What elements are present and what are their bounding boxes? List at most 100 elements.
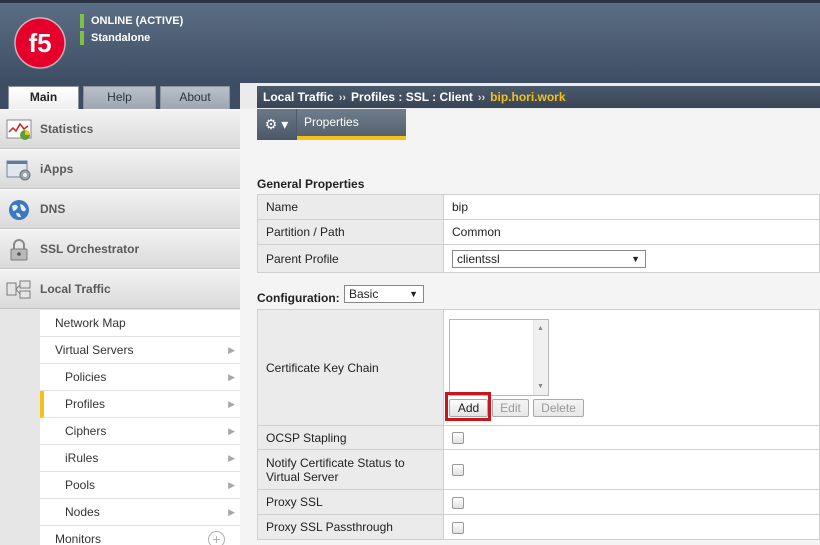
breadcrumb-local-traffic[interactable]: Local Traffic — [263, 90, 334, 104]
sidebar-item-irules[interactable]: iRules ▶ — [40, 445, 240, 472]
sidebar-item-label: Ciphers — [65, 424, 107, 438]
table-row: Name bip — [257, 194, 820, 220]
scroll-down-icon[interactable]: ▼ — [537, 383, 544, 390]
proxy-ssl-passthrough-label: Proxy SSL Passthrough — [257, 514, 444, 540]
chevron-right-icon: ▶ — [228, 426, 235, 436]
gear-menu-button[interactable]: ⚙ ▾ — [257, 109, 296, 140]
edit-button[interactable]: Edit — [492, 399, 529, 417]
partition-value: Common — [443, 219, 820, 245]
add-icon[interactable]: + — [208, 531, 225, 545]
proxy-ssl-checkbox[interactable] — [452, 496, 464, 509]
sidebar-item-label: Network Map — [55, 316, 126, 330]
chevron-right-icon: ▶ — [228, 453, 235, 463]
sidebar-item-pools[interactable]: Pools ▶ — [40, 472, 240, 499]
sidebar-item-monitors[interactable]: Monitors + — [40, 526, 240, 545]
statistics-icon — [6, 119, 32, 140]
sidebar-label-statistics: Statistics — [40, 122, 94, 136]
ocsp-label: OCSP Stapling — [257, 425, 444, 450]
svg-text:f5: f5 — [28, 28, 51, 58]
sidebar-item-profiles[interactable]: Profiles ▶ — [40, 391, 240, 418]
cert-key-chain-listbox[interactable]: ▲ ▼ — [449, 319, 549, 396]
chevron-right-icon: ▶ — [228, 399, 235, 409]
local-traffic-icon — [6, 280, 31, 299]
notify-label-line1: Notify Certificate Status to — [266, 455, 405, 470]
sidebar-section-statistics[interactable]: Statistics — [0, 109, 240, 149]
name-value: bip — [443, 194, 820, 220]
iapps-icon — [6, 160, 31, 181]
f5-logo-icon[interactable]: f5 — [14, 17, 66, 69]
table-row: Notify Certificate Status to Virtual Ser… — [257, 449, 820, 490]
notify-cell — [443, 449, 820, 490]
sidebar-item-virtual-servers[interactable]: Virtual Servers ▶ — [40, 337, 240, 364]
status-mode: Standalone — [80, 31, 150, 45]
sidebar-label-local-traffic: Local Traffic — [40, 282, 111, 296]
dropdown-arrow-icon: ▼ — [409, 289, 418, 299]
cert-key-chain-label: Certificate Key Chain — [257, 309, 444, 426]
sidebar-item-label: Virtual Servers — [55, 343, 134, 357]
dns-globe-icon — [9, 200, 29, 220]
proxy-ssl-passthrough-cell — [443, 514, 820, 540]
sidebar-item-label: Profiles — [65, 397, 106, 411]
dropdown-arrow-icon: ▼ — [631, 253, 640, 264]
banner-stripe — [0, 0, 820, 3]
breadcrumb-separator: ›› — [477, 92, 486, 104]
sidebar-item-label: Monitors — [55, 532, 102, 545]
name-text: bip — [452, 199, 469, 214]
delete-button[interactable]: Delete — [533, 399, 584, 417]
sidebar-item-network-map[interactable]: Network Map — [40, 310, 240, 337]
sidebar-item-label: iRules — [65, 451, 99, 465]
sidebar-item-label: Policies — [65, 370, 107, 384]
table-row: OCSP Stapling — [257, 425, 820, 450]
sidebar-label-iapps: iApps — [40, 162, 74, 176]
general-properties-title: General Properties — [257, 177, 365, 191]
breadcrumb: Local Traffic ›› Profiles : SSL : Client ››… — [257, 86, 820, 108]
tab-main[interactable]: Main — [8, 86, 79, 110]
notify-label: Notify Certificate Status to Virtual Ser… — [257, 449, 444, 490]
breadcrumb-separator: ›› — [338, 92, 347, 104]
scroll-up-icon[interactable]: ▲ — [537, 325, 544, 332]
sidebar-item-label: Nodes — [65, 505, 100, 519]
table-row: Proxy SSL — [257, 489, 820, 515]
tab-help[interactable]: Help — [83, 86, 156, 109]
sidebar-section-local-traffic[interactable]: Local Traffic — [0, 269, 240, 309]
parent-profile-selected: clientssl — [457, 251, 500, 266]
table-row: Parent Profile clientssl ▼ — [257, 244, 820, 273]
sidebar-item-policies[interactable]: Policies ▶ — [40, 364, 240, 391]
notify-checkbox[interactable] — [452, 464, 464, 477]
configuration-mode-select[interactable]: Basic ▼ — [344, 285, 424, 303]
table-row: Proxy SSL Passthrough — [257, 514, 820, 540]
chevron-right-icon: ▶ — [228, 345, 235, 355]
table-row: Partition / Path Common — [257, 219, 820, 245]
configuration-label: Configuration: — [257, 291, 340, 305]
notify-label-line2: Virtual Server — [266, 469, 339, 484]
sidebar-section-dns[interactable]: DNS — [0, 189, 240, 229]
add-button[interactable]: Add — [449, 399, 488, 417]
sidebar-item-ciphers[interactable]: Ciphers ▶ — [40, 418, 240, 445]
chevron-right-icon: ▶ — [228, 507, 235, 517]
ocsp-cell — [443, 425, 820, 450]
listbox-scrollbar[interactable]: ▲ ▼ — [533, 320, 548, 395]
parent-profile-cell: clientssl ▼ — [443, 244, 820, 273]
chevron-right-icon: ▶ — [228, 480, 235, 490]
ocsp-checkbox[interactable] — [452, 432, 464, 445]
status-online: ONLINE (ACTIVE) — [80, 14, 183, 28]
tab-properties[interactable]: Properties — [297, 109, 406, 140]
general-properties-table: Name bip Partition / Path Common Parent … — [257, 194, 820, 273]
name-label: Name — [257, 194, 444, 220]
parent-profile-select[interactable]: clientssl ▼ — [452, 249, 646, 268]
parent-profile-label: Parent Profile — [257, 244, 444, 273]
sidebar-item-nodes[interactable]: Nodes ▶ — [40, 499, 240, 526]
sidebar-section-iapps[interactable]: iApps — [0, 149, 240, 189]
breadcrumb-profiles-ssl-client[interactable]: Profiles : SSL : Client — [351, 90, 473, 104]
sidebar-label-ssl-orchestrator: SSL Orchestrator — [40, 242, 140, 256]
breadcrumb-current: bip.hori.work — [490, 90, 566, 104]
chevron-right-icon: ▶ — [228, 372, 235, 382]
proxy-ssl-cell — [443, 489, 820, 515]
tab-about[interactable]: About — [160, 86, 230, 109]
lock-icon — [10, 239, 28, 261]
sidebar-section-ssl-orchestrator[interactable]: SSL Orchestrator — [0, 229, 240, 269]
redacted-block — [476, 200, 549, 215]
partition-label: Partition / Path — [257, 219, 444, 245]
proxy-ssl-passthrough-checkbox[interactable] — [452, 521, 464, 534]
configuration-mode-selected: Basic — [349, 287, 379, 301]
